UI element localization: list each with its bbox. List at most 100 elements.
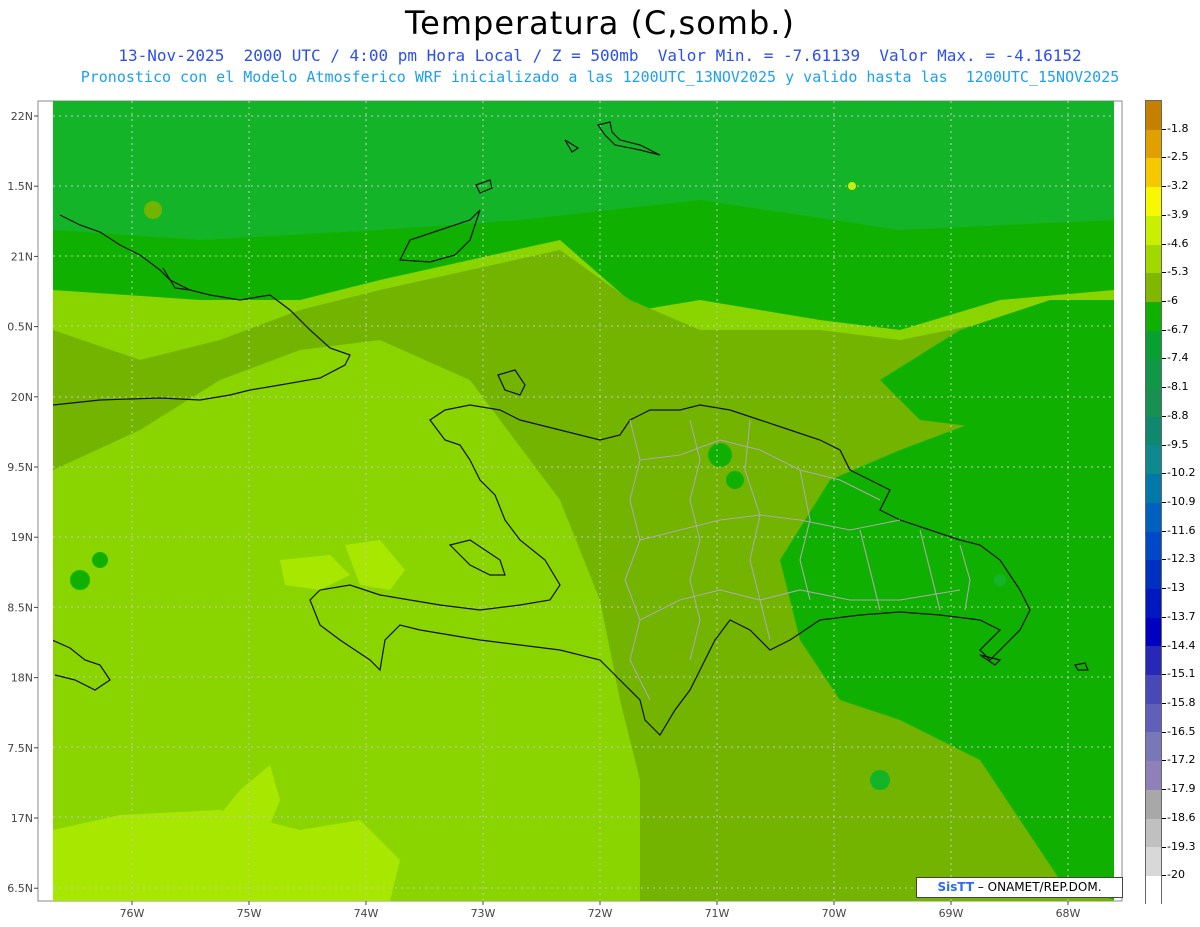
colorbar-tick xyxy=(1162,272,1166,274)
colorbar-segment xyxy=(1146,703,1161,733)
colorbar-segment xyxy=(1146,416,1161,446)
lon-tick-label: 75W xyxy=(237,907,262,920)
colorbar-segment xyxy=(1146,875,1161,905)
lon-tick-label: 70W xyxy=(822,907,847,920)
colorbar-segment xyxy=(1146,675,1161,704)
colorbar-label: -10.2 xyxy=(1167,466,1196,480)
colorbar-label: -2.5 xyxy=(1167,150,1189,164)
shading-layer xyxy=(53,101,1114,901)
lat-tick-label: 17N xyxy=(11,812,33,825)
colorbar-tick xyxy=(1162,473,1166,475)
colorbar-tick xyxy=(1162,588,1166,590)
colorbar-tick xyxy=(1162,214,1166,216)
lat-tick-label: 6.5N xyxy=(7,882,33,895)
colorbar-label: -6.7 xyxy=(1167,322,1189,336)
colorbar-label: -4.6 xyxy=(1167,236,1189,250)
lon-tick-label: 72W xyxy=(588,907,613,920)
lon-tick-label: 68W xyxy=(1056,907,1081,920)
colorbar-segment xyxy=(1146,330,1161,360)
colorbar-label: -16.5 xyxy=(1167,724,1196,738)
colorbar-label: -8.1 xyxy=(1167,380,1189,394)
colorbar-segment xyxy=(1146,560,1161,589)
colorbar-label: -13.7 xyxy=(1167,609,1196,623)
lon-axis: 76W 75W 74W 73W 72W 71W 70W 69W 68W xyxy=(120,901,1081,920)
colorbar-label: -17.2 xyxy=(1167,753,1196,767)
colorbar-segment xyxy=(1146,531,1161,561)
lat-tick-label: 22N xyxy=(11,110,33,123)
colorbar-segment xyxy=(1146,158,1161,188)
colorbar xyxy=(1145,100,1162,905)
colorbar-tick xyxy=(1162,444,1166,446)
colorbar-label: -20 xyxy=(1167,868,1185,882)
colorbar-segment xyxy=(1146,761,1161,790)
colorbar-label: -15.1 xyxy=(1167,667,1196,681)
colorbar-tick xyxy=(1162,846,1166,848)
colorbar-label: -14.4 xyxy=(1167,638,1196,652)
colorbar-segment xyxy=(1146,502,1161,532)
lat-tick-label: 18N xyxy=(11,672,33,685)
colorbar-label: -10.9 xyxy=(1167,495,1196,508)
lon-tick-label: 71W xyxy=(705,907,730,920)
colorbar-segment xyxy=(1146,129,1161,159)
colorbar-segment xyxy=(1146,818,1161,848)
lon-tick-label: 73W xyxy=(471,907,496,920)
colorbar-segment xyxy=(1146,588,1161,618)
colorbar-segment xyxy=(1146,646,1161,676)
colorbar-tick xyxy=(1162,703,1166,704)
colorbar-label: -6 xyxy=(1167,294,1178,307)
colorbar-tick xyxy=(1162,674,1166,676)
colorbar-label: -13 xyxy=(1167,581,1185,595)
colorbar-label: -15.8 xyxy=(1167,696,1196,709)
colorbar-segment xyxy=(1146,388,1161,417)
colorbar-label: -5.3 xyxy=(1167,265,1189,279)
colorbar-tick xyxy=(1162,530,1166,532)
credit-brand: SisTT xyxy=(937,880,974,894)
colorbar-label: -11.6 xyxy=(1167,523,1196,537)
colorbar-tick xyxy=(1162,616,1166,618)
colorbar-segment xyxy=(1146,273,1161,302)
colorbar-tick xyxy=(1162,760,1166,762)
lon-tick-label: 76W xyxy=(120,907,145,920)
colorbar-segment xyxy=(1146,445,1161,475)
colorbar-tick xyxy=(1162,301,1166,302)
colorbar-tick xyxy=(1162,128,1166,130)
colorbar-label: -8.8 xyxy=(1167,408,1189,422)
colorbar-label: -18.6 xyxy=(1167,810,1196,824)
lat-tick-label: 9.5N xyxy=(7,461,33,474)
colorbar-segment xyxy=(1146,732,1161,762)
colorbar-segment xyxy=(1146,789,1161,819)
lat-tick-label: 8.5N xyxy=(7,601,33,614)
temperature-map: 22N 1.5N 21N 0.5N 20N 9.5N 19N 8.5N 18N 7.5N 17N 6.… xyxy=(7,100,1123,920)
lat-tick-label: 1.5N xyxy=(7,180,33,193)
colorbar-label: -3.2 xyxy=(1167,179,1189,193)
colorbar-label: -7.4 xyxy=(1167,351,1189,365)
colorbar-tick xyxy=(1162,645,1166,647)
colorbar-segment xyxy=(1146,847,1161,876)
lat-tick-label: 0.5N xyxy=(7,321,33,334)
colorbar-label: -12.3 xyxy=(1167,552,1196,566)
colorbar-label: -17.9 xyxy=(1167,782,1196,796)
colorbar-segment xyxy=(1146,617,1161,647)
lat-axis: 22N 1.5N 21N 0.5N 20N 9.5N 19N 8.5N 18N 7.5N 17N 6.… xyxy=(7,110,38,895)
colorbar-tick xyxy=(1162,502,1166,503)
colorbar-label: -9.5 xyxy=(1167,437,1189,451)
colorbar-tick xyxy=(1162,387,1166,389)
colorbar-tick xyxy=(1162,415,1166,417)
colorbar-segment xyxy=(1146,244,1161,274)
lat-tick-label: 20N xyxy=(11,391,33,404)
colorbar-tick xyxy=(1162,559,1166,561)
colorbar-tick xyxy=(1162,789,1166,791)
colorbar-tick xyxy=(1162,875,1166,877)
colorbar-tick xyxy=(1162,186,1166,188)
colorbar-segment xyxy=(1146,187,1161,216)
colorbar-label: -3.9 xyxy=(1167,207,1189,221)
colorbar-segment xyxy=(1146,101,1161,130)
lon-tick-label: 74W xyxy=(354,907,379,920)
colorbar-label: -19.3 xyxy=(1167,839,1196,853)
colorbar-tick xyxy=(1162,731,1166,733)
colorbar-segment xyxy=(1146,359,1161,389)
lat-tick-label: 21N xyxy=(11,250,33,263)
colorbar-label: -1.8 xyxy=(1167,121,1189,135)
colorbar-tick xyxy=(1162,817,1166,819)
lon-tick-label: 69W xyxy=(939,907,964,920)
